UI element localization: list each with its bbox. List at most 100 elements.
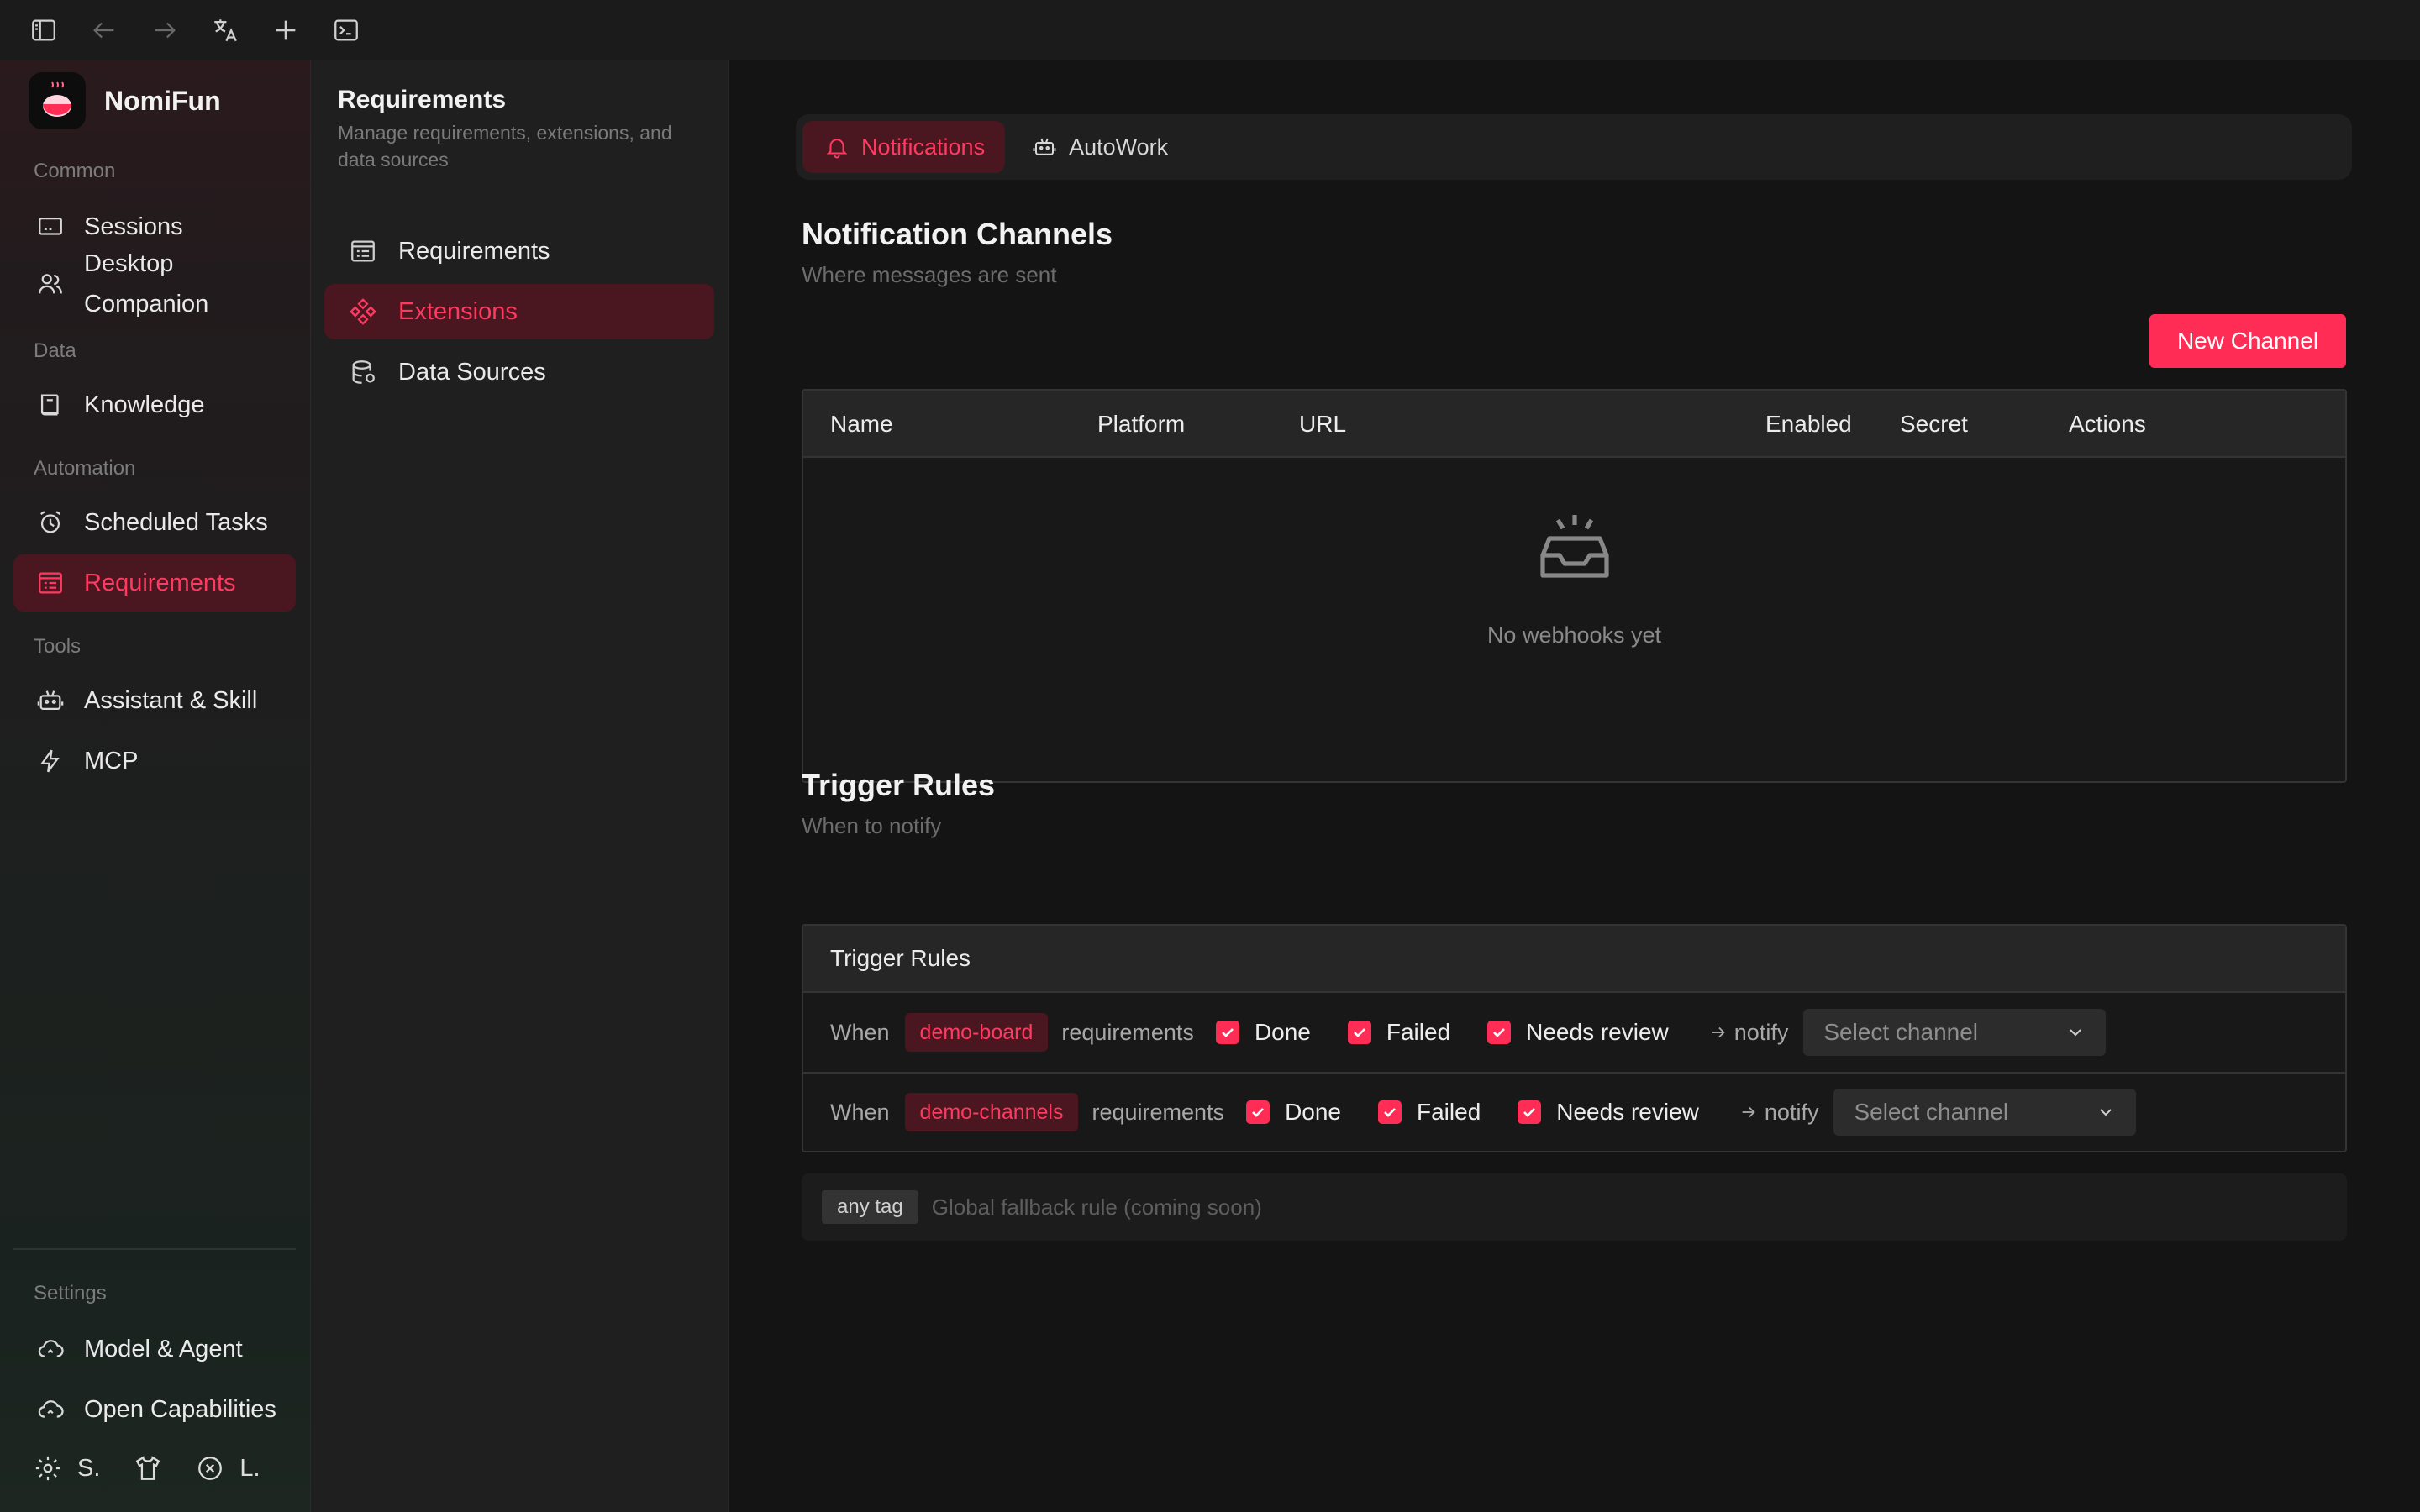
column-header-platform: Platform bbox=[1097, 411, 1186, 437]
done-checkbox[interactable] bbox=[1215, 1021, 1239, 1044]
lightning-icon bbox=[34, 744, 67, 778]
sidebar-item-label: Knowledge bbox=[84, 391, 205, 418]
sidebar-item-label: Open Capabilities bbox=[84, 1395, 276, 1423]
sidebar-item-label: Assistant & Skill bbox=[84, 686, 258, 714]
table-header: Name Platform URL Enabled Secret Actions bbox=[803, 391, 2345, 458]
panel-title: Requirements bbox=[338, 86, 507, 113]
section-label-settings: Settings bbox=[34, 1282, 107, 1305]
column-header-name: Name bbox=[830, 411, 893, 437]
any-tag-badge: any tag bbox=[822, 1190, 918, 1224]
new-channel-button[interactable]: New Channel bbox=[2149, 314, 2346, 368]
arrow-right-icon bbox=[1712, 1026, 1725, 1038]
empty-state: No webhooks yet bbox=[803, 458, 2345, 781]
section-label-data: Data bbox=[34, 339, 76, 362]
theme-button[interactable] bbox=[134, 1454, 162, 1483]
sidebar-toggle-icon[interactable] bbox=[25, 12, 62, 49]
column-header-secret: Secret bbox=[1900, 411, 1968, 437]
section-label-common: Common bbox=[34, 160, 116, 182]
notify-label: notify bbox=[1739, 1100, 1818, 1126]
top-toolbar bbox=[0, 0, 2420, 60]
column-header-actions: Actions bbox=[2069, 411, 2146, 437]
panel-item-data-sources[interactable]: Data Sources bbox=[324, 344, 714, 400]
done-checkbox[interactable] bbox=[1246, 1100, 1270, 1124]
sidebar-divider bbox=[13, 1248, 296, 1250]
chevron-down-icon bbox=[2100, 1109, 2112, 1116]
sidebar-item-knowledge[interactable]: Knowledge bbox=[13, 376, 296, 433]
failed-label: Failed bbox=[1417, 1099, 1481, 1125]
settings-button[interactable]: S. bbox=[34, 1454, 100, 1483]
brand: NomiFun bbox=[29, 72, 221, 129]
channel-select[interactable]: Select channel bbox=[1803, 1009, 2107, 1056]
cloud-icon bbox=[34, 1393, 67, 1426]
done-label: Done bbox=[1254, 1019, 1311, 1045]
cloud-icon bbox=[34, 1332, 67, 1366]
requirements-label: requirements bbox=[1092, 1099, 1225, 1125]
sidebar-footer: S. L. bbox=[13, 1440, 299, 1497]
forward-arrow-icon[interactable] bbox=[146, 12, 183, 49]
panel-item-label: Requirements bbox=[398, 237, 550, 265]
requirement-tag: demo-board bbox=[904, 1013, 1049, 1052]
app-logo-icon bbox=[29, 72, 86, 129]
needs-review-checkbox[interactable] bbox=[1518, 1100, 1542, 1124]
table-row: When demo-board requirements Done Failed… bbox=[803, 993, 2345, 1072]
check-icon bbox=[1493, 1028, 1506, 1037]
chat-icon bbox=[34, 210, 67, 244]
sidebar-item-label: Model & Agent bbox=[84, 1335, 243, 1362]
requirements-label: requirements bbox=[1061, 1019, 1194, 1045]
when-label: When bbox=[830, 1019, 890, 1045]
gear-icon bbox=[35, 1456, 60, 1481]
inbox-icon bbox=[1534, 512, 1615, 582]
table-row: When demo-channels requirements Done Fai… bbox=[803, 1072, 2345, 1151]
channel-select[interactable]: Select channel bbox=[1833, 1089, 2137, 1136]
done-label: Done bbox=[1285, 1099, 1341, 1125]
terminal-icon[interactable] bbox=[328, 12, 365, 49]
sidebar-item-label: Scheduled Tasks bbox=[84, 508, 268, 536]
sidebar-item-label: MCP bbox=[84, 747, 139, 774]
back-arrow-icon[interactable] bbox=[86, 12, 123, 49]
sidebar-item-label: Requirements bbox=[84, 569, 236, 596]
sidebar-item-open-capabilities[interactable]: Open Capabilities bbox=[13, 1381, 296, 1438]
sidebar-item-desktop-companion[interactable]: Desktop Companion bbox=[13, 244, 296, 324]
tab-notifications[interactable]: Notifications bbox=[802, 121, 1006, 173]
plus-icon[interactable] bbox=[267, 12, 304, 49]
panel-item-extensions[interactable]: Extensions bbox=[324, 284, 714, 339]
tab-label: AutoWork bbox=[1069, 134, 1169, 160]
main-content: Notifications AutoWork Notification Chan… bbox=[729, 60, 2420, 1512]
book-icon bbox=[34, 388, 67, 422]
chevron-down-icon bbox=[2070, 1029, 2082, 1037]
list-icon bbox=[346, 234, 380, 268]
sidebar-item-requirements[interactable]: Requirements bbox=[13, 554, 296, 612]
shirt-icon bbox=[136, 1456, 160, 1480]
requirements-panel: Requirements Manage requirements, extens… bbox=[311, 60, 729, 1512]
when-label: When bbox=[830, 1099, 890, 1125]
failed-checkbox[interactable] bbox=[1378, 1100, 1402, 1124]
requirement-tag: demo-channels bbox=[904, 1093, 1079, 1131]
sidebar-item-assistant-skill[interactable]: Assistant & Skill bbox=[13, 672, 296, 729]
bell-icon bbox=[826, 139, 848, 159]
needs-review-label: Needs review bbox=[1556, 1099, 1699, 1125]
settings-short-label: S. bbox=[77, 1454, 101, 1482]
check-icon bbox=[1523, 1108, 1536, 1117]
column-header-enabled: Enabled bbox=[1765, 411, 1852, 437]
needs-review-label: Needs review bbox=[1526, 1019, 1669, 1045]
translate-icon[interactable] bbox=[207, 12, 244, 49]
needs-review-checkbox[interactable] bbox=[1487, 1021, 1512, 1044]
check-icon bbox=[1222, 1028, 1234, 1037]
language-button[interactable]: L. bbox=[196, 1454, 260, 1483]
language-short-label: L. bbox=[239, 1454, 260, 1482]
list-icon bbox=[34, 566, 67, 600]
channels-title: Notification Channels bbox=[802, 217, 1113, 251]
sidebar-item-mcp[interactable]: MCP bbox=[13, 732, 296, 790]
sidebar-item-scheduled-tasks[interactable]: Scheduled Tasks bbox=[13, 494, 296, 551]
notify-label: notify bbox=[1709, 1020, 1788, 1046]
trigger-rules-subtitle: When to notify bbox=[802, 813, 942, 838]
section-label-automation: Automation bbox=[34, 457, 136, 480]
sidebar: NomiFun Common Sessions Desktop Companio… bbox=[0, 60, 311, 1512]
sidebar-item-model-agent[interactable]: Model & Agent bbox=[13, 1320, 296, 1378]
failed-checkbox[interactable] bbox=[1347, 1021, 1371, 1044]
tab-autowork[interactable]: AutoWork bbox=[1010, 121, 1188, 173]
sidebar-item-label: Desktop Companion bbox=[84, 250, 209, 318]
trigger-rules-header: Trigger Rules bbox=[803, 926, 2345, 993]
robot-icon bbox=[34, 684, 67, 717]
panel-item-requirements[interactable]: Requirements bbox=[324, 223, 714, 279]
